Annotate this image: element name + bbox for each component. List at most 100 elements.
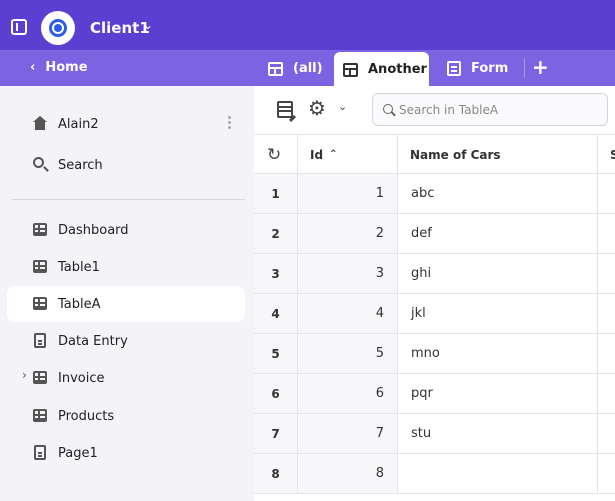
table-row[interactable]: 5 5 mno (254, 334, 615, 374)
cell-partial[interactable] (598, 454, 615, 493)
sidebar-item-products[interactable]: Products (7, 398, 245, 434)
row-number[interactable]: 3 (254, 254, 298, 293)
cell-name[interactable]: ghi (398, 254, 598, 293)
sidebar-item-label: Page1 (58, 445, 98, 461)
search-box[interactable] (372, 93, 608, 126)
row-number[interactable]: 2 (254, 214, 298, 253)
cell-id[interactable]: 1 (298, 174, 398, 213)
cell-id[interactable]: 5 (298, 334, 398, 373)
tab-all[interactable]: (all) (268, 51, 323, 86)
grid-header: ↻ Id ⌃ Name of Cars S (254, 134, 615, 174)
cell-name[interactable]: mno (398, 334, 598, 373)
column-header-partial[interactable]: S (598, 135, 615, 174)
sidebar-item-table1[interactable]: Table1 (7, 249, 245, 285)
table-icon (343, 62, 358, 77)
table-icon (268, 61, 283, 76)
cell-id[interactable]: 2 (298, 214, 398, 253)
sidebar-user-label: Alain2 (58, 116, 99, 132)
column-header-name[interactable]: Name of Cars (398, 135, 598, 174)
column-header-label: S (610, 147, 615, 162)
chevron-down-icon[interactable]: ⌄ (143, 18, 153, 32)
table-icon (33, 297, 47, 310)
logo-dot (54, 24, 62, 32)
table-row[interactable]: 7 7 stu (254, 414, 615, 454)
cell-name[interactable]: stu (398, 414, 598, 453)
table-icon (33, 409, 47, 422)
cell-partial[interactable] (598, 294, 615, 333)
cell-name[interactable]: pqr (398, 374, 598, 413)
home-icon (33, 116, 47, 130)
column-header-id[interactable]: Id ⌃ (298, 135, 398, 174)
cell-partial[interactable] (598, 414, 615, 453)
cell-partial[interactable] (598, 334, 615, 373)
cell-name[interactable] (398, 454, 598, 493)
tab-form[interactable]: Form (447, 51, 508, 86)
cell-id[interactable]: 7 (298, 414, 398, 453)
sidebar-item-label: Table1 (58, 259, 100, 275)
cell-id[interactable]: 3 (298, 254, 398, 293)
home-label: Home (45, 60, 88, 75)
table-row[interactable]: 8 8 (254, 454, 615, 494)
sidebar-item-tablea[interactable]: TableA (7, 286, 245, 322)
cell-id[interactable]: 4 (298, 294, 398, 333)
chevron-down-icon[interactable]: ⌄ (338, 100, 347, 113)
sidebar-item-data-entry[interactable]: Data Entry (7, 323, 245, 359)
tab-label: Form (471, 61, 509, 76)
cell-id[interactable]: 8 (298, 454, 398, 493)
sidebar-divider (12, 199, 245, 200)
sidebar: Alain2 Search Dashboard Table1 TableA Da… (0, 86, 254, 501)
refresh-button[interactable]: ↻ (254, 135, 298, 174)
sidebar-search-label: Search (58, 157, 103, 173)
top-bar: Client1 ⌄ (0, 0, 615, 50)
sidebar-item-user[interactable]: Alain2 (7, 106, 245, 142)
sidebar-toggle-icon[interactable] (11, 19, 27, 35)
tab-another[interactable]: Another (334, 52, 429, 87)
row-number[interactable]: 7 (254, 414, 298, 453)
home-link[interactable]: ‹ Home (30, 60, 88, 75)
table-row[interactable]: 3 3 ghi (254, 254, 615, 294)
cell-name[interactable]: jkl (398, 294, 598, 333)
table-icon (33, 371, 47, 384)
edit-widget-icon[interactable] (277, 101, 293, 118)
cell-partial[interactable] (598, 254, 615, 293)
table-row[interactable]: 1 1 abc (254, 174, 615, 214)
search-input[interactable] (399, 100, 599, 120)
row-number[interactable]: 5 (254, 334, 298, 373)
cell-partial[interactable] (598, 214, 615, 253)
page-icon (34, 445, 46, 460)
cell-partial[interactable] (598, 374, 615, 413)
cell-name[interactable]: def (398, 214, 598, 253)
sort-ascending-icon: ⌃ (329, 149, 338, 160)
table-icon (33, 260, 47, 273)
sidebar-item-dashboard[interactable]: Dashboard (7, 212, 245, 248)
row-number[interactable]: 1 (254, 174, 298, 213)
add-tab-button[interactable]: + (532, 55, 549, 79)
table-row[interactable]: 2 2 def (254, 214, 615, 254)
gear-icon[interactable]: ⚙ (308, 96, 326, 120)
tab-label: (all) (293, 61, 323, 76)
table-row[interactable]: 4 4 jkl (254, 294, 615, 334)
table-icon (33, 223, 47, 236)
chevron-right-icon[interactable]: › (22, 368, 27, 382)
view-toolbar: ⚙ ⌄ (254, 86, 615, 134)
tab-label: Another (368, 62, 427, 77)
sidebar-item-label: Data Entry (58, 333, 128, 349)
cell-id[interactable]: 6 (298, 374, 398, 413)
table-row[interactable]: 6 6 pqr (254, 374, 615, 414)
cell-name[interactable]: abc (398, 174, 598, 213)
sidebar-item-search[interactable]: Search (7, 147, 245, 183)
client-name[interactable]: Client1 (90, 19, 150, 37)
sidebar-item-page1[interactable]: Page1 (7, 435, 245, 471)
column-header-label: Id (310, 147, 324, 162)
sidebar-item-invoice[interactable]: › Invoice (7, 360, 245, 396)
row-number[interactable]: 8 (254, 454, 298, 493)
column-header-label: Name of Cars (410, 147, 501, 162)
logo[interactable] (41, 11, 75, 45)
sidebar-item-label: Invoice (58, 370, 105, 386)
page-icon (34, 333, 46, 348)
more-options-icon[interactable] (228, 116, 234, 131)
row-number[interactable]: 6 (254, 374, 298, 413)
row-number[interactable]: 4 (254, 294, 298, 333)
sidebar-item-label: Products (58, 408, 115, 424)
cell-partial[interactable] (598, 174, 615, 213)
